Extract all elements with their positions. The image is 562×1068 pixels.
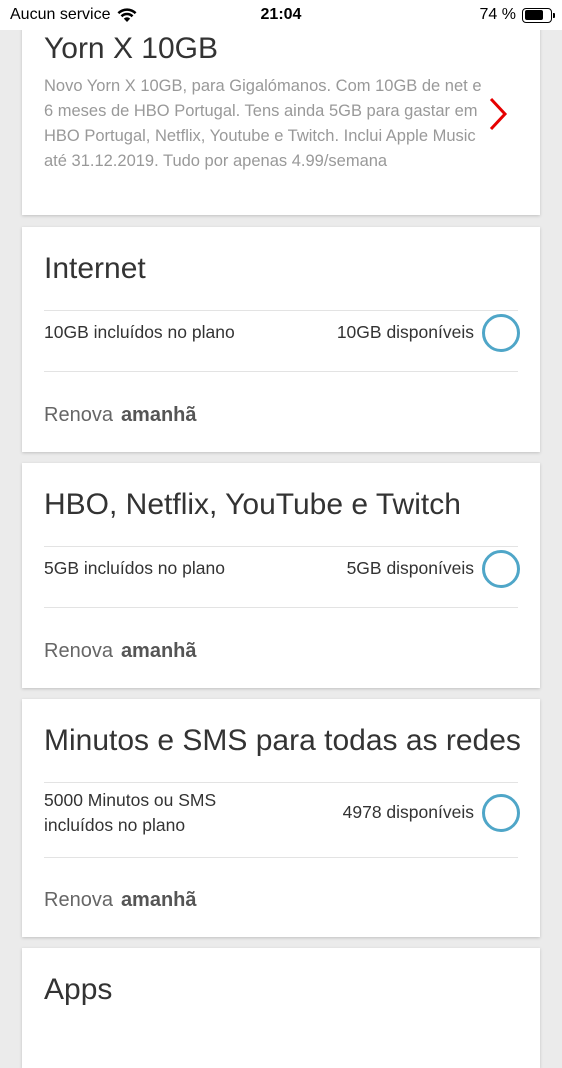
status-right: 74 %: [479, 6, 555, 24]
renew-info: Renova amanhã: [44, 889, 197, 912]
usage-ring-icon: [482, 314, 520, 352]
included-label-line1: 5000 Minutos ou SMS: [44, 790, 217, 810]
allowance-card-minutes: Minutos e SMS para todas as redes 5000 M…: [22, 699, 540, 937]
status-left: Aucun service: [10, 6, 137, 24]
included-label: 5GB incluídos no plano: [44, 558, 225, 578]
renew-info: Renova amanhã: [44, 640, 197, 663]
chevron-right-icon[interactable]: [486, 96, 510, 132]
allowance-card-apps: Apps: [22, 948, 540, 1068]
battery-percent: 74 %: [479, 6, 516, 23]
card-title: HBO, Netflix, YouTube e Twitch: [44, 488, 461, 521]
divider: [44, 371, 518, 372]
available-label: 10GB disponíveis: [336, 322, 474, 342]
card-title: Minutos e SMS para todas as redes: [44, 724, 521, 757]
divider: [44, 782, 518, 783]
allowance-card-streaming: HBO, Netflix, YouTube e Twitch 5GB inclu…: [22, 463, 540, 688]
plan-card[interactable]: Yorn X 10GB Novo Yorn X 10GB, para Gigal…: [22, 0, 540, 215]
wifi-icon: [117, 7, 136, 22]
divider: [44, 857, 518, 858]
divider: [44, 310, 518, 311]
battery-fill: [524, 10, 543, 20]
card-title: Internet: [44, 252, 146, 285]
battery-icon: [522, 7, 555, 23]
renew-date: amanhã: [120, 404, 197, 426]
available-label: 5GB disponíveis: [346, 558, 474, 578]
divider: [44, 546, 518, 547]
plan-title: Yorn X 10GB: [44, 32, 219, 65]
usage-ring-icon: [482, 550, 520, 588]
renew-label: Renova: [44, 404, 113, 426]
included-label-line2: incluídos no plano: [44, 815, 186, 835]
carrier-label: Aucun service: [10, 6, 111, 23]
allowance-card-internet: Internet 10GB incluídos no plano 10GB di…: [22, 227, 540, 452]
renew-label: Renova: [44, 889, 113, 911]
divider: [44, 607, 518, 608]
card-title: Apps: [44, 973, 113, 1006]
renew-date: amanhã: [120, 889, 197, 911]
renew-date: amanhã: [120, 640, 197, 662]
included-label: 10GB incluídos no plano: [44, 322, 235, 342]
plan-description: Novo Yorn X 10GB, para Gigalómanos. Com …: [44, 77, 482, 170]
available-label: 4978 disponíveis: [342, 802, 474, 822]
renew-label: Renova: [44, 640, 113, 662]
status-bar: Aucun service 21:04 74 %: [0, 0, 562, 30]
usage-ring-icon: [482, 794, 520, 832]
renew-info: Renova amanhã: [44, 404, 197, 427]
